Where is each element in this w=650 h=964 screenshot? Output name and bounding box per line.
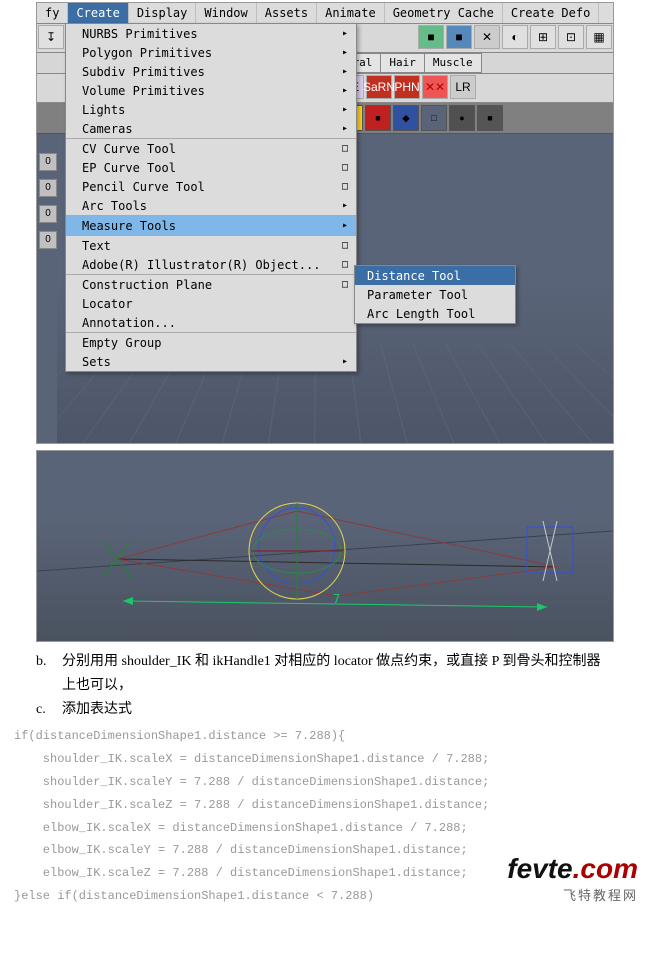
shelf-icon[interactable]: □ — [421, 105, 447, 131]
menu-item-cameras[interactable]: Cameras — [66, 119, 356, 138]
menu-item-locator[interactable]: Locator — [66, 294, 356, 313]
text-b: 分别用用 shoulder_IK 和 ikHandle1 对相应的 locato… — [62, 650, 614, 698]
shelf-icon[interactable]: ■ — [477, 105, 503, 131]
menu-bar: fyCreateDisplayWindowAssetsAnimateGeomet… — [37, 3, 613, 24]
toolbar-icon[interactable]: ✕ — [474, 25, 500, 49]
screenshot-figure-1: fyCreateDisplayWindowAssetsAnimateGeomet… — [36, 2, 614, 444]
toolbar-icon[interactable]: ⊞ — [530, 25, 556, 49]
screenshot-figure-2: 7 — [36, 450, 614, 642]
left-gutter: 0000 — [37, 83, 57, 249]
menu-create-defo[interactable]: Create Defo — [503, 3, 599, 23]
menu-display[interactable]: Display — [129, 3, 197, 23]
toolbar-icon[interactable]: ▦ — [586, 25, 612, 49]
menu-animate[interactable]: Animate — [317, 3, 385, 23]
submenu-item-arc-length-tool[interactable]: Arc Length Tool — [355, 304, 515, 323]
toolbar-icon[interactable]: ■ — [418, 25, 444, 49]
distance-label: 7 — [333, 592, 340, 606]
measure-tools-submenu: Distance ToolParameter ToolArc Length To… — [354, 265, 516, 324]
shelf-icon[interactable]: PHN — [394, 75, 420, 99]
menu-item-measure-tools[interactable]: Measure Tools — [66, 215, 356, 235]
text-c: 添加表达式 — [62, 698, 132, 722]
menu-item-ep-curve-tool[interactable]: EP Curve Tool — [66, 158, 356, 177]
menu-item-annotation[interactable]: Annotation... — [66, 313, 356, 332]
menu-window[interactable]: Window — [196, 3, 256, 23]
menu-geometry-cache[interactable]: Geometry Cache — [385, 3, 503, 23]
menu-item-polygon-primitives[interactable]: Polygon Primitives — [66, 43, 356, 62]
menu-assets[interactable]: Assets — [257, 3, 317, 23]
shelf-icon[interactable]: SaRN — [366, 75, 392, 99]
submenu-item-parameter-tool[interactable]: Parameter Tool — [355, 285, 515, 304]
menu-fy[interactable]: fy — [37, 3, 68, 23]
create-menu-dropdown: NURBS PrimitivesPolygon PrimitivesSubdiv… — [65, 23, 357, 372]
menu-item-text[interactable]: Text — [66, 235, 356, 255]
menu-item-volume-primitives[interactable]: Volume Primitives — [66, 81, 356, 100]
menu-item-pencil-curve-tool[interactable]: Pencil Curve Tool — [66, 177, 356, 196]
shelf-icon[interactable]: ✕✕ — [422, 75, 448, 99]
menu-item-arc-tools[interactable]: Arc Tools — [66, 196, 356, 215]
submenu-item-distance-tool[interactable]: Distance Tool — [355, 266, 515, 285]
menu-item-construction-plane[interactable]: Construction Plane — [66, 274, 356, 294]
watermark-logo: fevte.com 飞特教程网 — [507, 853, 638, 904]
toolbar-icon[interactable]: ↧ — [38, 25, 64, 49]
shelf-icon[interactable]: LR — [450, 75, 476, 99]
instruction-text: b.分别用用 shoulder_IK 和 ikHandle1 对相应的 loca… — [36, 650, 614, 721]
menu-item-nurbs-primitives[interactable]: NURBS Primitives — [66, 24, 356, 43]
bullet-b: b. — [36, 650, 62, 698]
shelf-tab-muscle[interactable]: Muscle — [424, 53, 482, 73]
toolbar-icon[interactable]: ◐ — [502, 25, 528, 49]
shelf-icon[interactable]: ● — [449, 105, 475, 131]
menu-item-cv-curve-tool[interactable]: CV Curve Tool — [66, 138, 356, 158]
menu-item-subdiv-primitives[interactable]: Subdiv Primitives — [66, 62, 356, 81]
menu-item-empty-group[interactable]: Empty Group — [66, 332, 356, 352]
menu-item-sets[interactable]: Sets — [66, 352, 356, 371]
shelf-icon[interactable]: ■ — [365, 105, 391, 131]
shelf-tab-hair[interactable]: Hair — [380, 53, 425, 73]
menu-item-lights[interactable]: Lights — [66, 100, 356, 119]
menu-create[interactable]: Create — [68, 3, 128, 23]
shelf-icon[interactable]: ◆ — [393, 105, 419, 131]
bullet-c: c. — [36, 698, 62, 722]
menu-item-adobe-r-illustrator-r-object[interactable]: Adobe(R) Illustrator(R) Object... — [66, 255, 356, 274]
toolbar-icon[interactable]: ⊡ — [558, 25, 584, 49]
toolbar-icon[interactable]: ■ — [446, 25, 472, 49]
